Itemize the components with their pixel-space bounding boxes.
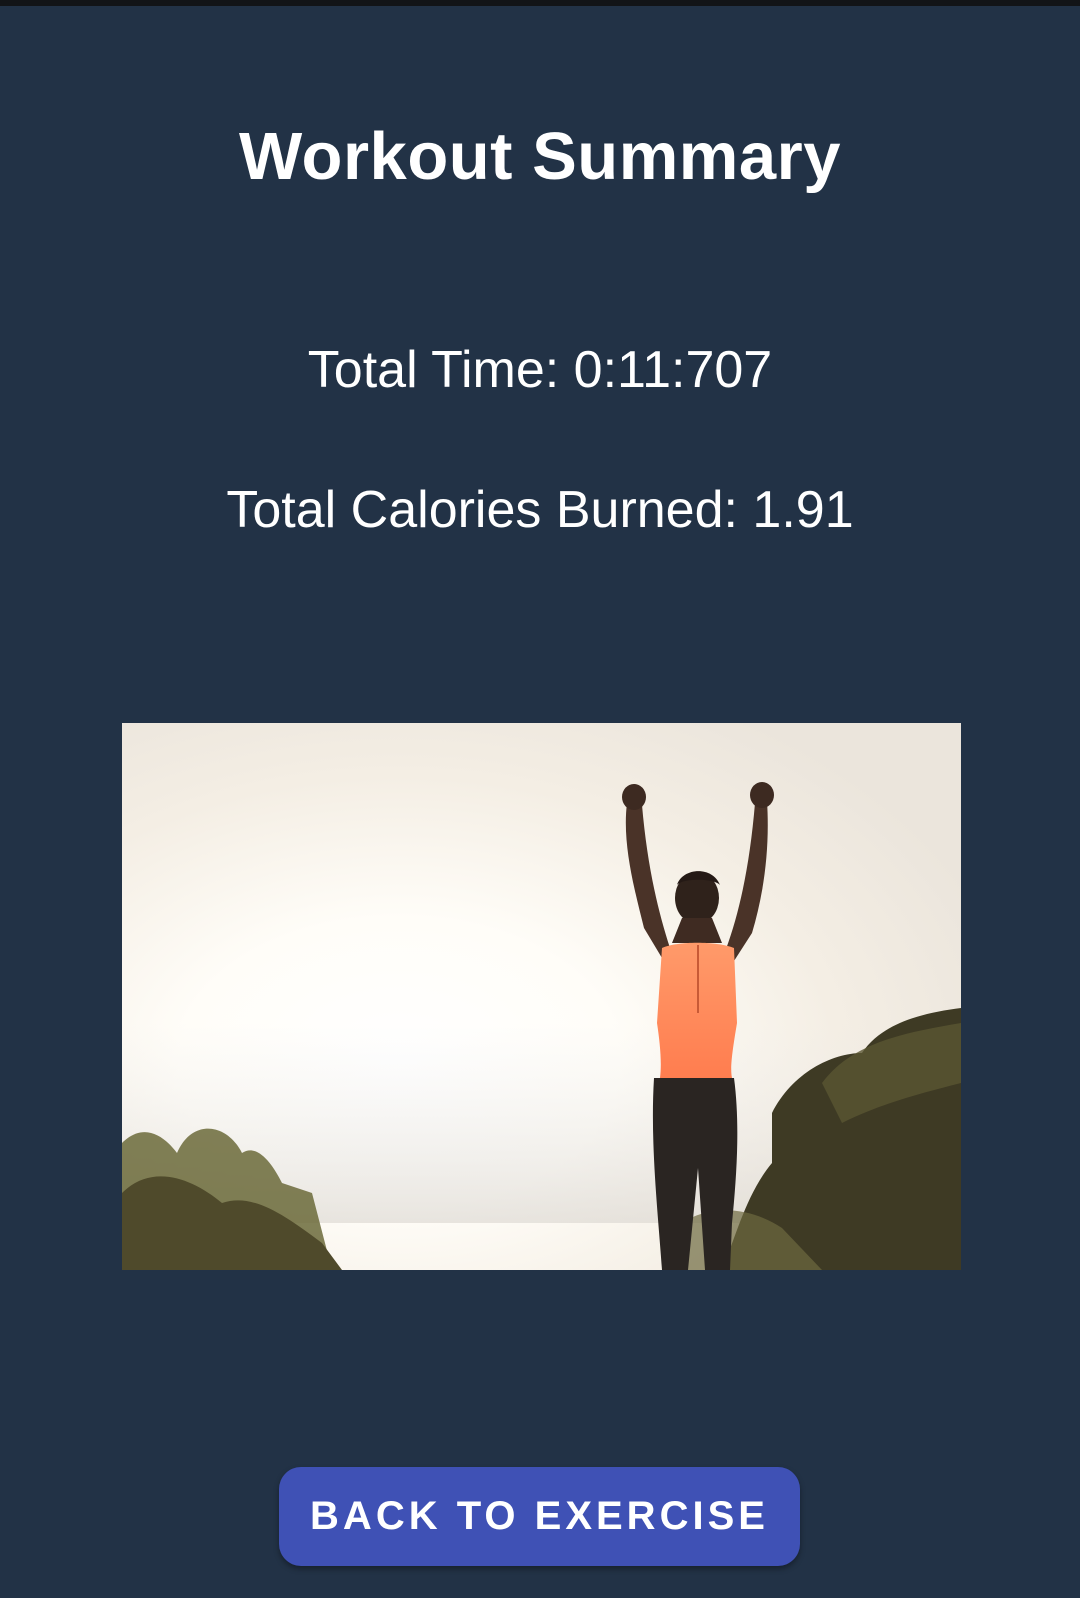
hero-illustration xyxy=(122,723,961,1270)
workout-success-image xyxy=(122,723,961,1270)
status-bar xyxy=(0,0,1080,6)
total-calories-text: Total Calories Burned: 1.91 xyxy=(226,481,854,539)
total-time-text: Total Time: 0:11:707 xyxy=(307,341,773,399)
back-to-exercise-button[interactable]: BACK TO EXERCISE xyxy=(279,1467,800,1566)
page-title: Workout Summary xyxy=(239,119,841,194)
